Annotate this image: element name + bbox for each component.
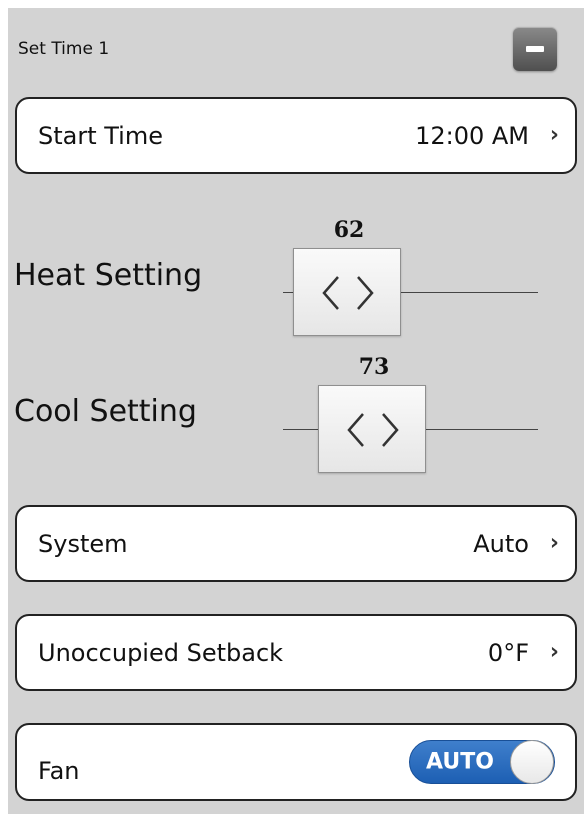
start-time-row[interactable]: Start Time 12:00 AM › <box>15 97 577 174</box>
heat-setting-label: Heat Setting <box>14 258 203 293</box>
chevron-right-icon: › <box>549 639 559 664</box>
left-right-arrows-icon <box>347 413 399 447</box>
fan-row: Fan AUTO <box>15 723 577 801</box>
fan-label: Fan <box>38 756 80 785</box>
toggle-knob <box>510 740 554 784</box>
cool-setting-label: Cool Setting <box>14 394 197 429</box>
start-time-label: Start Time <box>38 121 163 150</box>
schedule-panel: Set Time 1 Start Time 12:00 AM › Heat Se… <box>8 8 584 814</box>
cool-slider-thumb[interactable] <box>318 385 426 473</box>
chevron-right-icon: › <box>549 122 559 147</box>
unoccupied-setback-row[interactable]: Unoccupied Setback 0°F › <box>15 614 577 691</box>
fan-auto-toggle[interactable]: AUTO <box>409 740 555 784</box>
chevron-right-icon: › <box>549 530 559 555</box>
system-value: Auto <box>473 529 529 558</box>
system-row[interactable]: System Auto › <box>15 505 577 582</box>
unoccupied-setback-value: 0°F <box>487 638 529 667</box>
toggle-label: AUTO <box>426 749 494 775</box>
heat-setting-value: 62 <box>333 217 365 243</box>
heat-slider-thumb[interactable] <box>293 248 401 336</box>
page-title: Set Time 1 <box>18 39 110 59</box>
minus-icon <box>526 46 544 52</box>
system-label: System <box>38 529 128 558</box>
collapse-button[interactable] <box>513 27 557 71</box>
cool-setting-value: 73 <box>358 354 390 380</box>
left-right-arrows-icon <box>322 276 374 310</box>
unoccupied-setback-label: Unoccupied Setback <box>38 638 284 667</box>
start-time-value: 12:00 AM <box>415 121 529 150</box>
